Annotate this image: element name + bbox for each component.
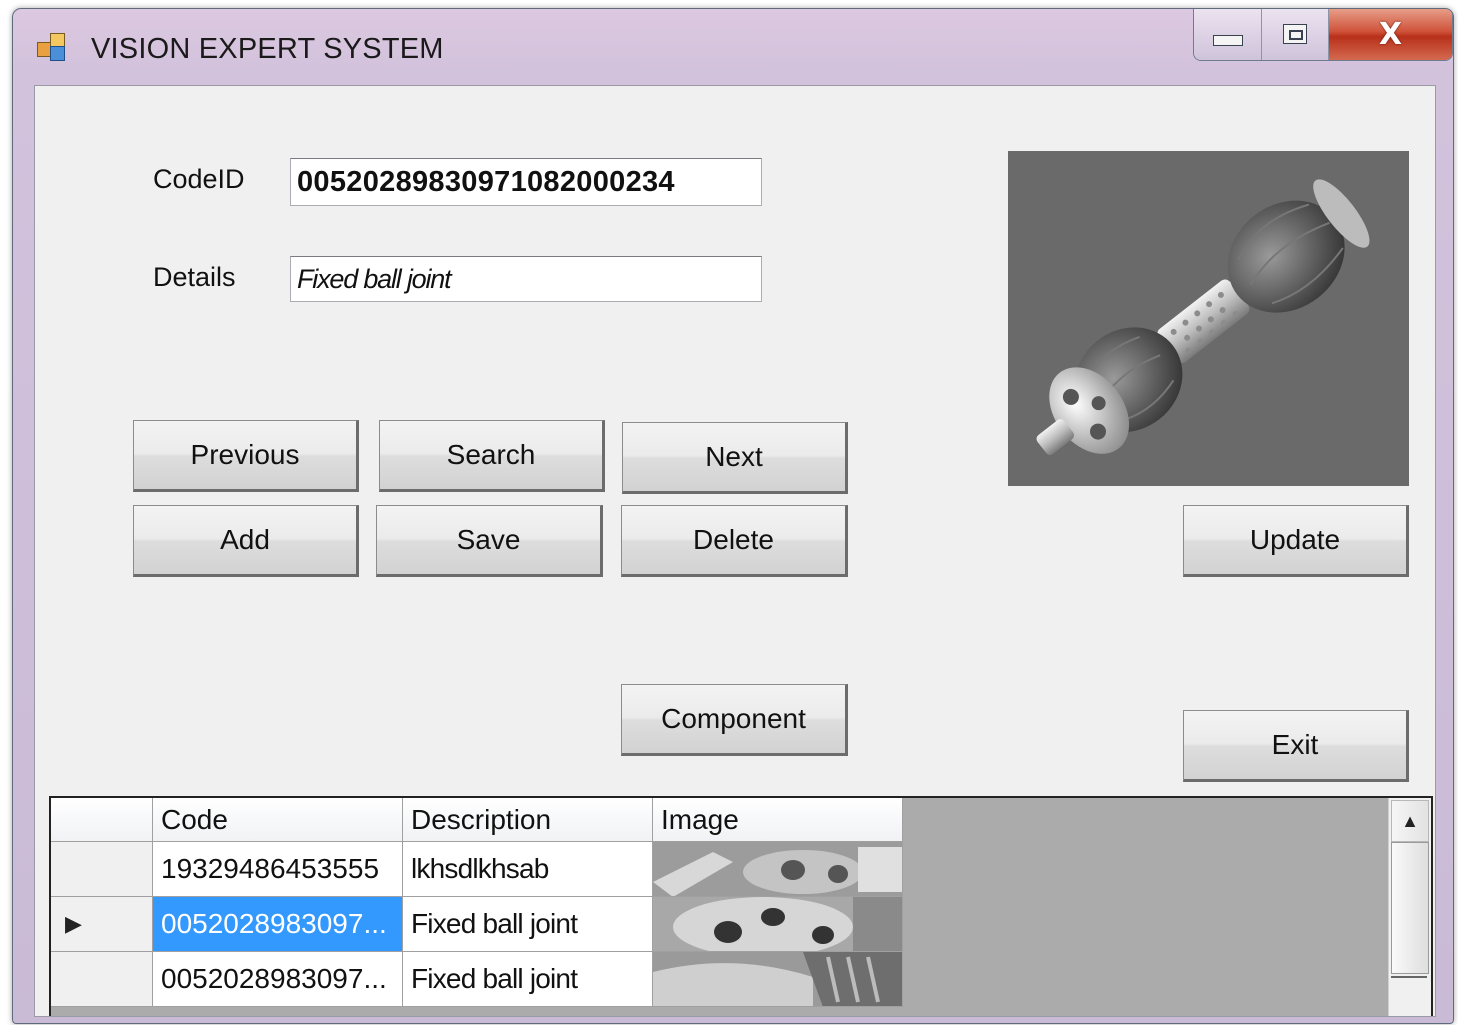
table-cell-image[interactable] <box>653 952 903 1007</box>
window-controls: X <box>1193 9 1453 61</box>
next-button[interactable]: Next <box>622 422 848 494</box>
details-field[interactable]: Fixed ball joint <box>290 256 762 302</box>
records-grid[interactable]: Code Description Image 19329486453555 lk… <box>49 796 1433 1016</box>
row-header-corner <box>51 798 153 842</box>
part-thumbnail <box>653 952 902 1006</box>
table-cell-description[interactable]: Fixed ball joint <box>403 952 653 1007</box>
save-button[interactable]: Save <box>376 505 603 577</box>
app-window: VISION EXPERT SYSTEM X CodeID 0052028983… <box>12 8 1454 1024</box>
scroll-thumb[interactable] <box>1391 842 1429 974</box>
drive-shaft-photo <box>1008 151 1409 486</box>
codeid-label: CodeID <box>153 164 245 194</box>
scroll-up-arrow-icon: ▲ <box>1401 810 1419 831</box>
row-header[interactable]: ▶ <box>51 897 153 952</box>
close-button[interactable]: X <box>1328 9 1452 60</box>
window-title: VISION EXPERT SYSTEM <box>91 33 444 65</box>
part-image <box>1008 151 1409 486</box>
component-button[interactable]: Component <box>621 684 848 756</box>
part-thumbnail <box>653 842 902 896</box>
table-cell-code-selected[interactable]: 0052028983097... <box>153 897 403 952</box>
table-cell-image[interactable] <box>653 897 903 952</box>
part-thumbnail <box>653 897 902 951</box>
grid-vertical-scrollbar[interactable]: ▲ <box>1388 798 1431 1016</box>
maximize-icon <box>1283 24 1308 44</box>
column-header-code[interactable]: Code <box>153 798 403 842</box>
title-bar[interactable]: VISION EXPERT SYSTEM X <box>13 9 1453 85</box>
table-cell-image[interactable] <box>653 842 903 897</box>
minimize-icon <box>1212 34 1243 46</box>
minimize-button[interactable] <box>1194 9 1263 60</box>
column-header-description[interactable]: Description <box>403 798 653 842</box>
scroll-track[interactable] <box>1391 976 1427 1016</box>
row-header[interactable] <box>51 842 153 897</box>
search-button[interactable]: Search <box>379 420 605 492</box>
table-cell-description[interactable]: Fixed ball joint <box>403 897 653 952</box>
table-cell-code[interactable]: 19329486453555 <box>153 842 403 897</box>
close-icon: X <box>1378 16 1403 52</box>
maximize-button[interactable] <box>1262 9 1329 60</box>
previous-button[interactable]: Previous <box>133 420 359 492</box>
table-cell-description[interactable]: lkhsdlkhsab <box>403 842 653 897</box>
update-button[interactable]: Update <box>1183 505 1409 577</box>
form-client-area: CodeID 00520289830971082000234 Details F… <box>34 85 1436 1017</box>
add-button[interactable]: Add <box>133 505 359 577</box>
details-label: Details <box>153 262 236 292</box>
exit-button[interactable]: Exit <box>1183 710 1409 782</box>
row-header[interactable] <box>51 952 153 1007</box>
codeid-field[interactable]: 00520289830971082000234 <box>290 158 762 206</box>
scroll-up-button[interactable]: ▲ <box>1391 800 1429 842</box>
delete-button[interactable]: Delete <box>621 505 848 577</box>
column-header-image[interactable]: Image <box>653 798 903 842</box>
app-form-icon <box>37 33 67 63</box>
current-row-indicator-icon: ▶ <box>65 911 82 936</box>
table-cell-code[interactable]: 0052028983097... <box>153 952 403 1007</box>
